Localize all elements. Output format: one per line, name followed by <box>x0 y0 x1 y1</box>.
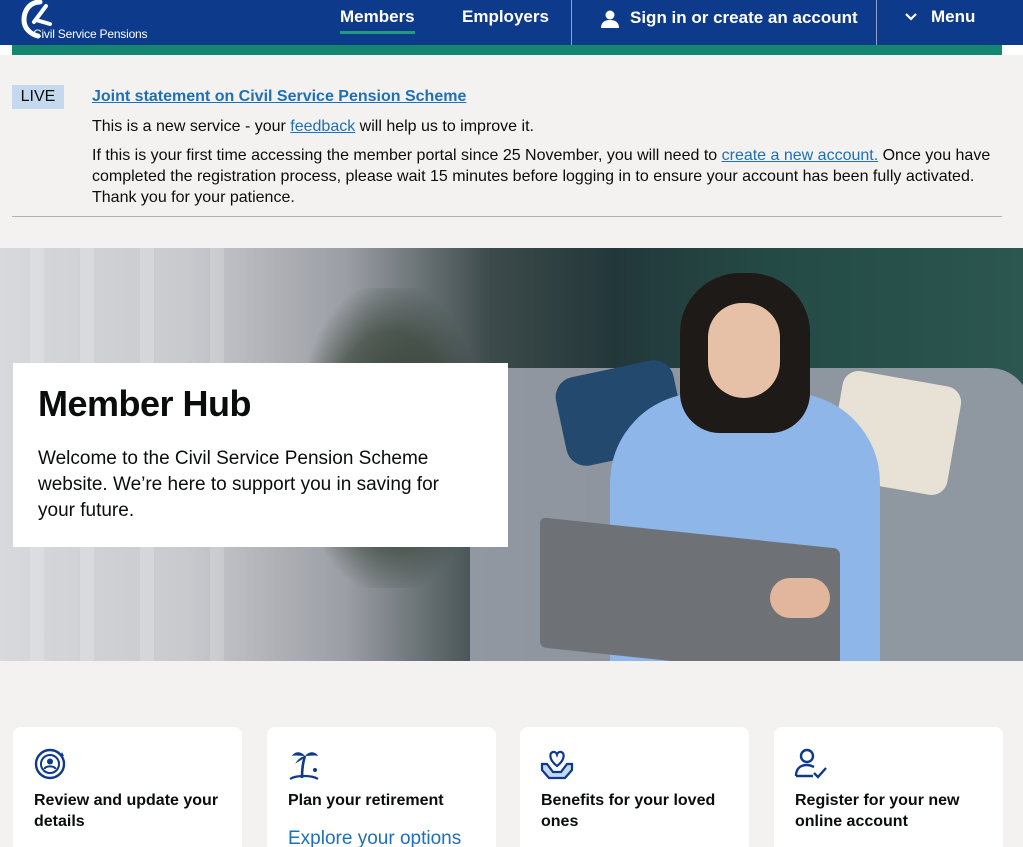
feedback-notice-prefix: This is a new service - your <box>92 118 291 135</box>
hero-photo-hand <box>770 578 830 618</box>
heart-hands-icon <box>540 750 574 780</box>
create-account-link[interactable]: create a new account. <box>722 147 879 164</box>
card-loved-ones[interactable]: Benefits for your loved ones <box>520 727 749 847</box>
palm-tree-icon <box>289 752 319 780</box>
site-header: Civil Service Pensions Members Employers… <box>0 0 1023 45</box>
sign-in-link[interactable]: Sign in or create an account <box>600 0 858 45</box>
page-title: Member Hub <box>38 383 252 424</box>
nav-employers[interactable]: Employers <box>462 0 549 45</box>
notice-divider <box>12 216 1002 217</box>
nav-employers-label: Employers <box>462 7 549 26</box>
chevron-down-icon <box>905 13 917 21</box>
hero-banner: Member Hub Welcome to the Civil Service … <box>0 248 1023 661</box>
person-check-icon <box>794 748 827 779</box>
feedback-link[interactable]: feedback <box>290 118 355 135</box>
header-accent-bar <box>12 45 1002 55</box>
joint-statement-link[interactable]: Joint statement on Civil Service Pension… <box>92 88 466 106</box>
nav-members[interactable]: Members <box>340 0 415 45</box>
sign-in-label: Sign in or create an account <box>630 8 858 27</box>
hero-description: Welcome to the Civil Service Pension Sch… <box>38 448 439 521</box>
card-plan-retirement[interactable]: Plan your retirement Explore your option… <box>267 727 496 847</box>
nav-divider <box>876 0 877 45</box>
card-register-account[interactable]: Register for your new online account <box>774 727 1003 847</box>
card-title: Benefits for your loved ones <box>541 792 716 830</box>
registration-notice-prefix: If this is your first time accessing the… <box>92 147 722 164</box>
logo-text: Civil Service Pensions <box>33 27 148 41</box>
live-tag: LIVE <box>12 85 64 109</box>
explore-options-link[interactable]: Explore your options <box>288 828 461 847</box>
feedback-notice: This is a new service - your feedback wi… <box>92 116 534 137</box>
registration-notice: If this is your first time accessing the… <box>92 145 992 208</box>
person-refresh-icon <box>34 748 66 780</box>
nav-divider <box>571 0 572 45</box>
quick-links-section: Review and update your details Plan your… <box>0 661 1023 847</box>
card-title: Review and update your details <box>34 792 219 830</box>
feedback-notice-suffix: will help us to improve it. <box>355 118 534 135</box>
card-title: Register for your new online account <box>795 792 960 830</box>
user-icon <box>601 10 619 28</box>
nav-members-label: Members <box>340 7 415 26</box>
menu-button[interactable]: Menu <box>905 0 975 45</box>
site-logo[interactable]: Civil Service Pensions <box>12 0 172 45</box>
card-review-details[interactable]: Review and update your details <box>13 727 242 847</box>
hero-card: Member Hub Welcome to the Civil Service … <box>13 363 508 547</box>
hero-photo-person-face <box>708 303 780 398</box>
menu-label: Menu <box>931 7 976 26</box>
nav-active-indicator <box>340 31 415 34</box>
card-title: Plan your retirement <box>288 792 444 809</box>
service-notice: LIVE Joint statement on Civil Service Pe… <box>0 55 1023 248</box>
